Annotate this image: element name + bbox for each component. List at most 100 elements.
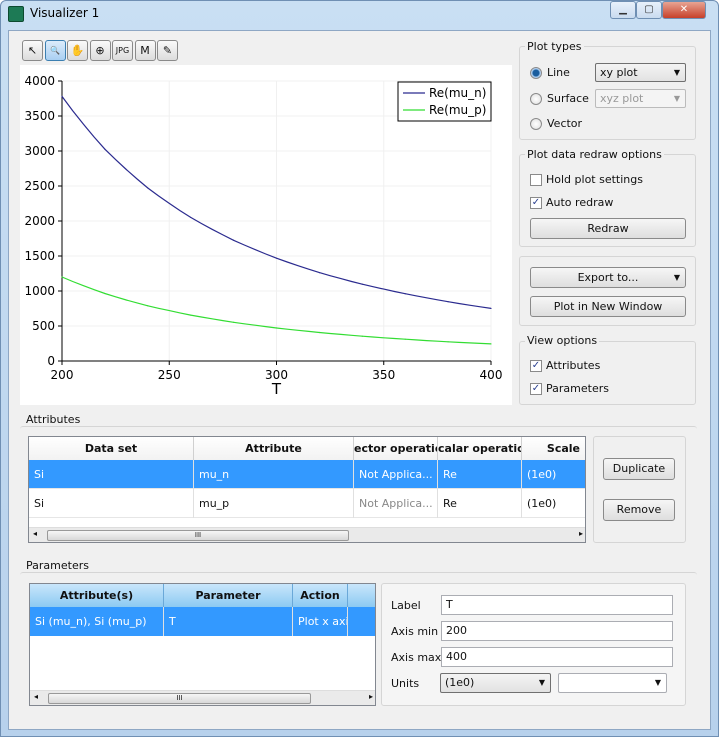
- chevron-down-icon: ▼: [673, 94, 680, 103]
- column-header[interactable]: Attribute: [194, 437, 354, 460]
- maximize-button[interactable]: ▢: [636, 1, 662, 19]
- y-tick-label: 2500: [24, 179, 55, 193]
- scroll-left-icon[interactable]: ◂: [33, 529, 37, 538]
- line-radio[interactable]: [530, 67, 542, 79]
- minimize-button[interactable]: ▁: [610, 1, 636, 19]
- parameters-checkbox[interactable]: ✓: [530, 383, 542, 395]
- redraw-options-title: Plot data redraw options: [525, 148, 664, 161]
- chevron-down-icon: ▼: [673, 68, 680, 77]
- x-tick-label: 350: [372, 368, 395, 382]
- table-cell: Si (mu_n), Si (mu_p): [30, 607, 164, 636]
- data-point: [233, 321, 235, 323]
- parameters-title: Parameters: [24, 559, 91, 572]
- pan-hand-tool-button[interactable]: ✋: [67, 40, 88, 61]
- parameters-table[interactable]: Attribute(s) Parameter Action Si (mu_n), Si…: [29, 583, 376, 706]
- close-button[interactable]: ✕: [662, 1, 706, 19]
- parameters-label: Parameters: [546, 382, 609, 395]
- export-jpg-tool-button[interactable]: JPG: [112, 40, 133, 61]
- units-secondary-select[interactable]: ▼: [558, 673, 667, 693]
- column-header[interactable]: Parameter: [164, 584, 293, 607]
- data-point: [275, 327, 278, 329]
- data-point: [104, 148, 106, 150]
- hold-plot-checkbox[interactable]: [530, 174, 542, 186]
- column-header[interactable]: Data set: [29, 437, 194, 460]
- zoom-target-tool-button[interactable]: ⊕: [89, 40, 111, 61]
- data-point: [490, 307, 492, 310]
- x-tick-label: 200: [51, 368, 74, 382]
- table-row[interactable]: Si (mu_n), Si (mu_p)TPlot x axis: [30, 607, 375, 636]
- axis-min-input[interactable]: 200: [441, 621, 673, 641]
- pointer-tool-button[interactable]: ↖: [22, 40, 43, 61]
- scroll-left-icon[interactable]: ◂: [34, 692, 38, 701]
- surface-label: Surface: [547, 92, 589, 105]
- table-cell: Plot x axis: [293, 607, 348, 636]
- scroll-right-icon[interactable]: ▸: [579, 529, 583, 538]
- table-row[interactable]: Si mu_n Not Applica... Re (1e0): [29, 460, 585, 489]
- surface-plot-select[interactable]: xyz plot ▼: [595, 89, 686, 108]
- pencil-tool-button[interactable]: ✎: [157, 40, 178, 61]
- hold-plot-label: Hold plot settings: [546, 173, 643, 186]
- chart: 200 250 300 350 4000500100015002000250030003…: [24, 74, 502, 398]
- data-point: [447, 341, 449, 343]
- marker-tool-button[interactable]: M: [134, 40, 156, 61]
- axis-min-label: Axis min: [391, 625, 439, 638]
- remove-button[interactable]: Remove: [603, 499, 675, 521]
- view-options-group: [519, 341, 696, 405]
- table-cell: mu_p: [194, 489, 354, 518]
- units-label: Units: [391, 677, 420, 690]
- horizontal-scrollbar[interactable]: ◂ ▸ III: [30, 690, 375, 705]
- table-cell: (1e0): [522, 489, 585, 518]
- column-header[interactable]: ector operatio: [354, 437, 438, 460]
- chevron-down-icon: ▼: [538, 678, 545, 687]
- column-header[interactable]: calar operatio: [438, 437, 522, 460]
- y-tick-label: 1500: [24, 249, 55, 263]
- attributes-label: Attributes: [546, 359, 601, 372]
- zoom-tool-button[interactable]: 🔍: [44, 40, 66, 61]
- plot-new-window-button[interactable]: Plot in New Window: [530, 296, 686, 317]
- table-cell: mu_n: [194, 460, 354, 489]
- scroll-right-icon[interactable]: ▸: [369, 692, 373, 701]
- data-point: [61, 276, 63, 278]
- plot-types-title: Plot types: [525, 40, 584, 53]
- data-point: [318, 331, 320, 334]
- vector-label: Vector: [547, 117, 583, 130]
- view-options-title: View options: [525, 334, 600, 347]
- data-point: [61, 95, 63, 97]
- attribute-actions-box: [593, 436, 686, 543]
- label-input[interactable]: T: [441, 595, 673, 615]
- scrollbar-thumb[interactable]: III: [47, 530, 349, 541]
- table-cell: Si: [29, 460, 194, 489]
- table-cell: (1e0): [522, 460, 585, 489]
- vector-radio[interactable]: [530, 118, 542, 130]
- column-header[interactable]: Attribute(s): [30, 584, 164, 607]
- data-point: [318, 271, 320, 274]
- table-cell: Si: [29, 489, 194, 518]
- data-point: [104, 292, 106, 295]
- line-plot-select[interactable]: xy plot ▼: [595, 63, 686, 82]
- redraw-button[interactable]: Redraw: [530, 218, 686, 239]
- column-header-empty: [348, 584, 375, 607]
- attributes-table[interactable]: Data set Attribute ector operatio calar ope…: [28, 436, 586, 543]
- x-tick-label: 250: [158, 368, 181, 382]
- data-point: [490, 343, 492, 345]
- duplicate-button[interactable]: Duplicate: [603, 458, 675, 480]
- data-point: [447, 301, 449, 303]
- surface-radio[interactable]: [530, 93, 542, 105]
- line-plot-value: xy plot: [600, 66, 638, 79]
- table-row[interactable]: Si mu_p Not Applica... Re (1e0): [29, 489, 585, 518]
- axis-max-input[interactable]: 400: [441, 647, 673, 667]
- window-title: Visualizer 1: [30, 6, 100, 20]
- chevron-down-icon: ▼: [654, 678, 661, 687]
- column-header[interactable]: Action: [293, 584, 348, 607]
- scrollbar-thumb[interactable]: III: [48, 693, 311, 704]
- export-to-button[interactable]: Export to... ▼: [530, 267, 686, 288]
- plot-panel[interactable]: 200 250 300 350 400 0 500 1000 1500 2000 2500 3000 3…: [20, 65, 512, 405]
- horizontal-scrollbar[interactable]: ◂ ▸ III: [29, 527, 585, 542]
- data-point: [361, 283, 363, 285]
- line-label: Line: [547, 66, 570, 79]
- auto-redraw-label: Auto redraw: [546, 196, 614, 209]
- auto-redraw-checkbox[interactable]: ✓: [530, 197, 542, 209]
- attributes-checkbox[interactable]: ✓: [530, 360, 542, 372]
- units-select[interactable]: (1e0) ▼: [440, 673, 551, 693]
- column-header[interactable]: Scale: [522, 437, 585, 460]
